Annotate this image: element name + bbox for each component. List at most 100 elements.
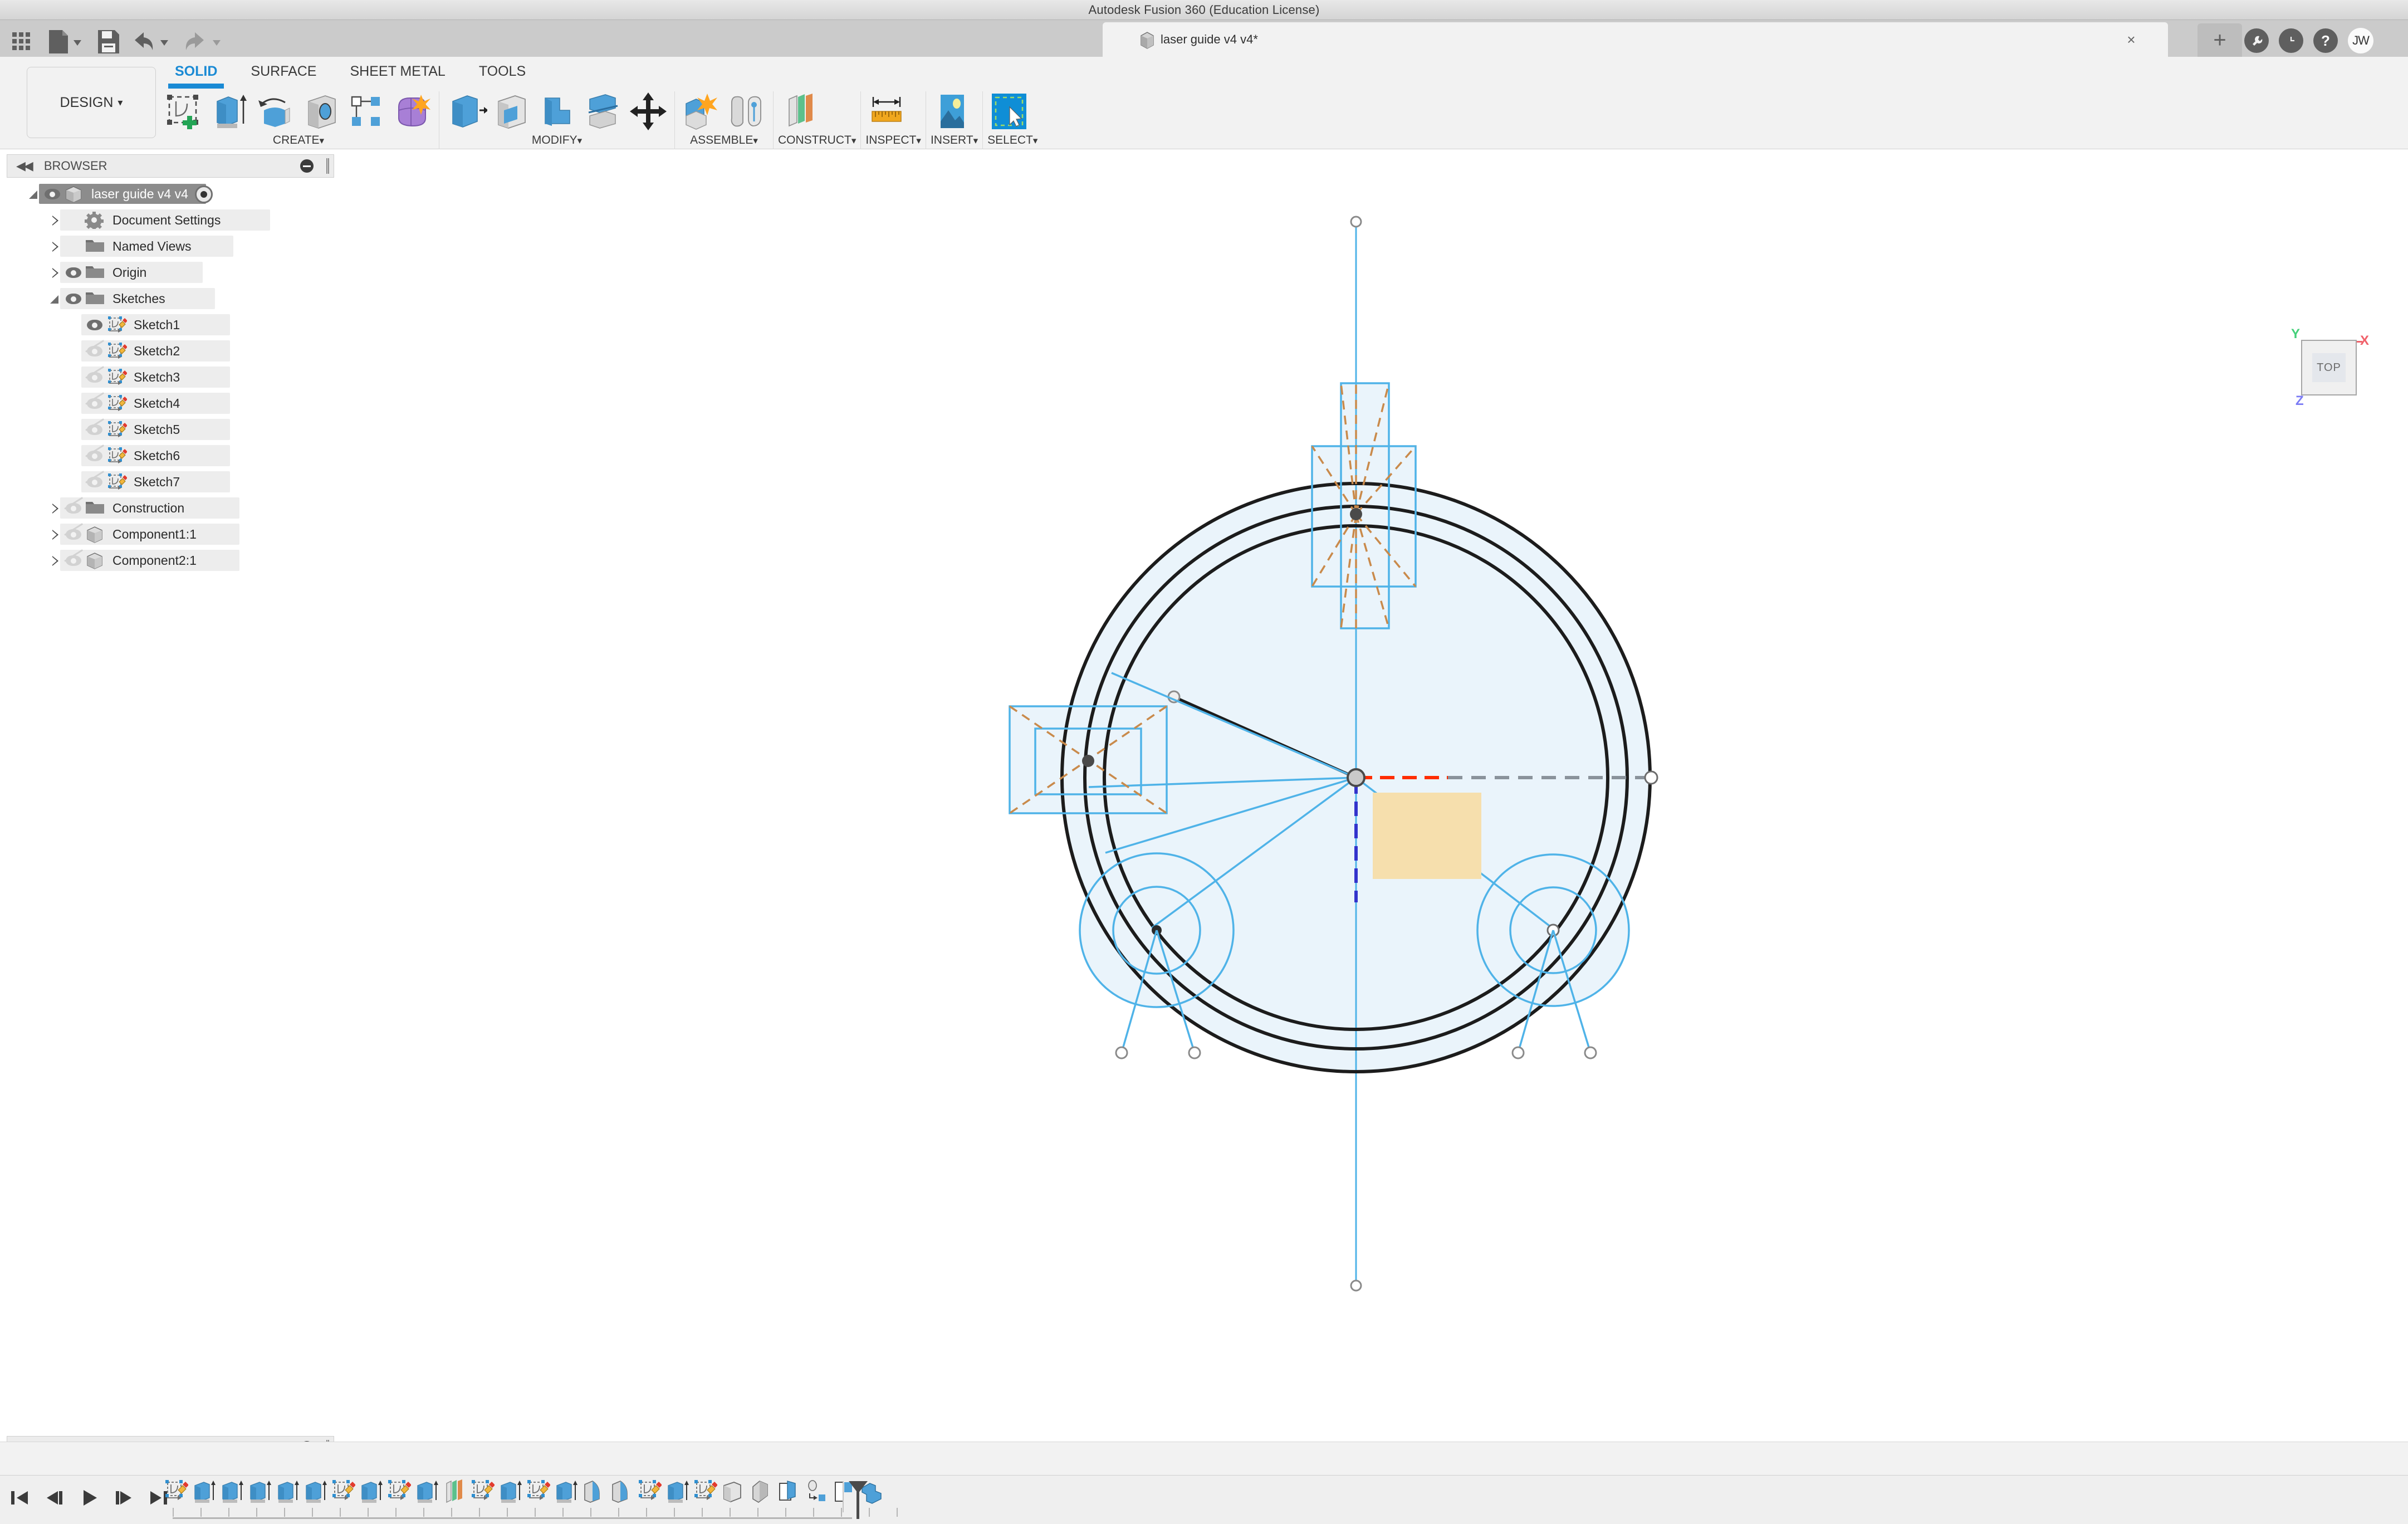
visibility-off-icon[interactable] xyxy=(84,423,106,437)
joint-icon[interactable] xyxy=(725,91,769,131)
view-cube-face[interactable]: TOP xyxy=(2301,340,2357,395)
minimize-icon[interactable] xyxy=(300,159,314,173)
browser-item-sketch3[interactable]: Sketch3 xyxy=(7,364,334,390)
expand-arrow-closed-icon[interactable] xyxy=(48,554,62,568)
press-pull-icon[interactable] xyxy=(444,91,487,131)
timeline-feature-extrude[interactable] xyxy=(218,1479,245,1508)
go-to-beginning-icon[interactable] xyxy=(8,1487,32,1509)
tab-surface[interactable]: SURFACE xyxy=(234,61,333,82)
timeline-feature-extrude[interactable] xyxy=(413,1479,440,1508)
browser-item-sketch1[interactable]: Sketch1 xyxy=(7,312,334,338)
visibility-off-icon[interactable] xyxy=(84,475,106,490)
ribbon-group-label-modify[interactable]: MODIFY▾ xyxy=(444,134,670,147)
browser-item-sketch7[interactable]: Sketch7 xyxy=(7,469,334,495)
new-component-icon[interactable] xyxy=(679,91,723,131)
ribbon-group-label-assemble[interactable]: ASSEMBLE▾ xyxy=(679,134,769,147)
visibility-on-icon[interactable] xyxy=(62,292,85,306)
timeline-feature-sketch[interactable] xyxy=(636,1479,663,1508)
expand-arrow-closed-icon[interactable] xyxy=(48,527,62,542)
active-document-tab[interactable]: laser guide v4 v4* × xyxy=(1103,22,2168,57)
visibility-off-icon[interactable] xyxy=(84,397,106,411)
timeline-feature-loft[interactable] xyxy=(747,1479,774,1508)
end-of-timeline-marker[interactable] xyxy=(852,1478,867,1519)
timeline-feature-sketch[interactable] xyxy=(692,1479,718,1508)
close-icon[interactable]: × xyxy=(2121,30,2141,50)
browser-item-origin[interactable]: Origin xyxy=(7,260,334,286)
timeline-feature-sketch[interactable] xyxy=(469,1479,496,1508)
recent-activity-clock-icon[interactable] xyxy=(2279,28,2303,53)
play-icon[interactable] xyxy=(77,1487,101,1509)
timeline-feature-extrude[interactable] xyxy=(246,1479,273,1508)
timeline-feature-sketch[interactable] xyxy=(163,1479,189,1508)
timeline-feature-move[interactable] xyxy=(803,1479,830,1508)
timeline-feature-extrude[interactable] xyxy=(552,1479,579,1508)
help-icon[interactable]: ? xyxy=(2313,28,2338,53)
timeline-feature-extrude[interactable] xyxy=(358,1479,384,1508)
split-body-icon[interactable] xyxy=(581,91,624,131)
timeline-feature-construct-plane[interactable] xyxy=(441,1479,468,1508)
job-status-icon[interactable] xyxy=(2244,28,2269,53)
timeline-feature-sketch[interactable] xyxy=(330,1479,356,1508)
browser-item-component2-1[interactable]: Component2:1 xyxy=(7,548,334,574)
activate-component-radio[interactable] xyxy=(195,185,213,203)
browser-item-sketch2[interactable]: Sketch2 xyxy=(7,338,334,364)
collapse-icon[interactable]: ◀◀ xyxy=(16,159,32,173)
create-sketch-icon[interactable] xyxy=(163,91,206,131)
timeline-feature-extrude[interactable] xyxy=(302,1479,329,1508)
timeline-feature-extrude[interactable] xyxy=(190,1479,217,1508)
expand-arrow-closed-icon[interactable] xyxy=(48,240,62,254)
select-window-icon[interactable] xyxy=(987,91,1031,131)
ribbon-group-label-insert[interactable]: INSERT▾ xyxy=(931,134,978,147)
extrude-icon[interactable] xyxy=(208,91,252,131)
visibility-off-icon[interactable] xyxy=(84,449,106,463)
visibility-on-icon[interactable] xyxy=(62,266,85,280)
browser-item-construction[interactable]: Construction xyxy=(7,495,334,521)
browser-item-sketch5[interactable]: Sketch5 xyxy=(7,417,334,443)
step-back-icon[interactable] xyxy=(42,1487,67,1509)
expand-arrow-open-icon[interactable] xyxy=(48,292,62,306)
fillet-icon[interactable] xyxy=(535,91,579,131)
tab-solid[interactable]: SOLID xyxy=(158,61,234,82)
timeline-feature-extrude[interactable] xyxy=(664,1479,691,1508)
pattern-icon[interactable] xyxy=(345,91,389,131)
visibility-off-icon[interactable] xyxy=(84,370,106,385)
timeline-feature-revolve[interactable] xyxy=(608,1479,635,1508)
visibility-off-icon[interactable] xyxy=(62,501,85,516)
ribbon-group-label-inspect[interactable]: INSPECT▾ xyxy=(865,134,921,147)
browser-item-named-views[interactable]: Named Views xyxy=(7,233,334,260)
browser-item-document-settings[interactable]: Document Settings xyxy=(7,207,334,233)
panel-resize-grip[interactable] xyxy=(326,158,329,174)
ribbon-group-label-select[interactable]: SELECT▾ xyxy=(987,134,1037,147)
form-icon[interactable] xyxy=(391,91,434,131)
visibility-off-icon[interactable] xyxy=(84,344,106,359)
avatar[interactable]: JW xyxy=(2348,28,2373,53)
visibility-off-icon[interactable] xyxy=(62,554,85,568)
workspace-selector-button[interactable]: DESIGN ▾ xyxy=(27,67,156,138)
tab-sheet-metal[interactable]: SHEET METAL xyxy=(334,61,462,82)
browser-item-sketch6[interactable]: Sketch6 xyxy=(7,443,334,469)
shell-icon[interactable] xyxy=(490,91,533,131)
timeline-feature-extrude[interactable] xyxy=(497,1479,523,1508)
browser-item-sketch4[interactable]: Sketch4 xyxy=(7,390,334,417)
timeline-feature-extrude[interactable] xyxy=(274,1479,301,1508)
browser-item-sketches[interactable]: Sketches xyxy=(7,286,334,312)
design-canvas[interactable]: Y X Z TOP xyxy=(0,149,2408,1442)
new-tab-button[interactable]: + xyxy=(2197,23,2242,57)
visibility-on-icon[interactable] xyxy=(84,318,106,333)
measure-icon[interactable] xyxy=(865,91,909,131)
timeline-feature-thicken[interactable] xyxy=(775,1479,802,1508)
revolve-icon[interactable] xyxy=(254,91,297,131)
insert-image-icon[interactable] xyxy=(931,91,974,131)
browser-item-laser-guide-v4-v4[interactable]: laser guide v4 v4 xyxy=(7,181,334,207)
offset-plane-icon[interactable] xyxy=(778,91,821,131)
move-copy-icon[interactable] xyxy=(627,91,670,131)
view-cube[interactable]: Y X Z TOP xyxy=(2289,328,2372,411)
ribbon-group-label-create[interactable]: CREATE▾ xyxy=(163,134,434,147)
expand-arrow-closed-icon[interactable] xyxy=(48,213,62,228)
step-forward-icon[interactable] xyxy=(111,1487,136,1509)
tab-tools[interactable]: TOOLS xyxy=(462,61,542,82)
timeline-feature-sketch[interactable] xyxy=(525,1479,551,1508)
timeline-feature-shell[interactable] xyxy=(720,1479,746,1508)
expand-arrow-open-icon[interactable] xyxy=(27,187,41,202)
hole-icon[interactable] xyxy=(300,91,343,131)
